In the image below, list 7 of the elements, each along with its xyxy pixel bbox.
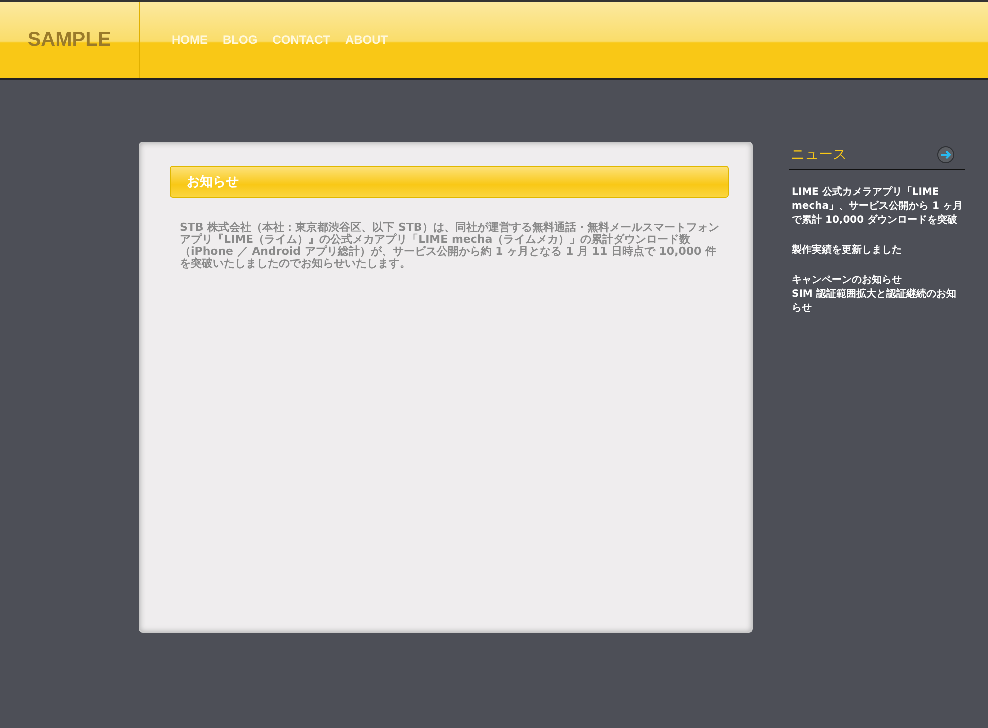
section-title-bar: お知らせ: [170, 166, 729, 198]
news-link[interactable]: 製作実績を更新しました: [792, 244, 965, 258]
news-heading: ニュース: [791, 146, 847, 164]
news-link[interactable]: SIM 認証範囲拡大と認証継続のお知らせ: [792, 288, 965, 316]
news-link[interactable]: LIME 公式カメラアプリ「LIME mecha」、サービス公開から 1 ヶ月で累計 10,000 ダウンロードを突破: [792, 186, 965, 228]
notice-paragraph: STB 株式会社（本社：東京都渋谷区、以下 STB）は、同社が運営する無料通話・無料メールスマートフォンアプリ『LIME（ライム）』の公式メカアプリ「LIME mecha（ライムメカ）」の累計ダウンロード数（iPhone ／ Android アプリ総計）が、サービス公開から約 1 ヶ月となる 1 月 11 日時点で 10,000 件を突破いたしましたのでお知らせいたします。: [180, 222, 720, 270]
news-link[interactable]: キャンペーンのお知らせ: [792, 274, 965, 288]
